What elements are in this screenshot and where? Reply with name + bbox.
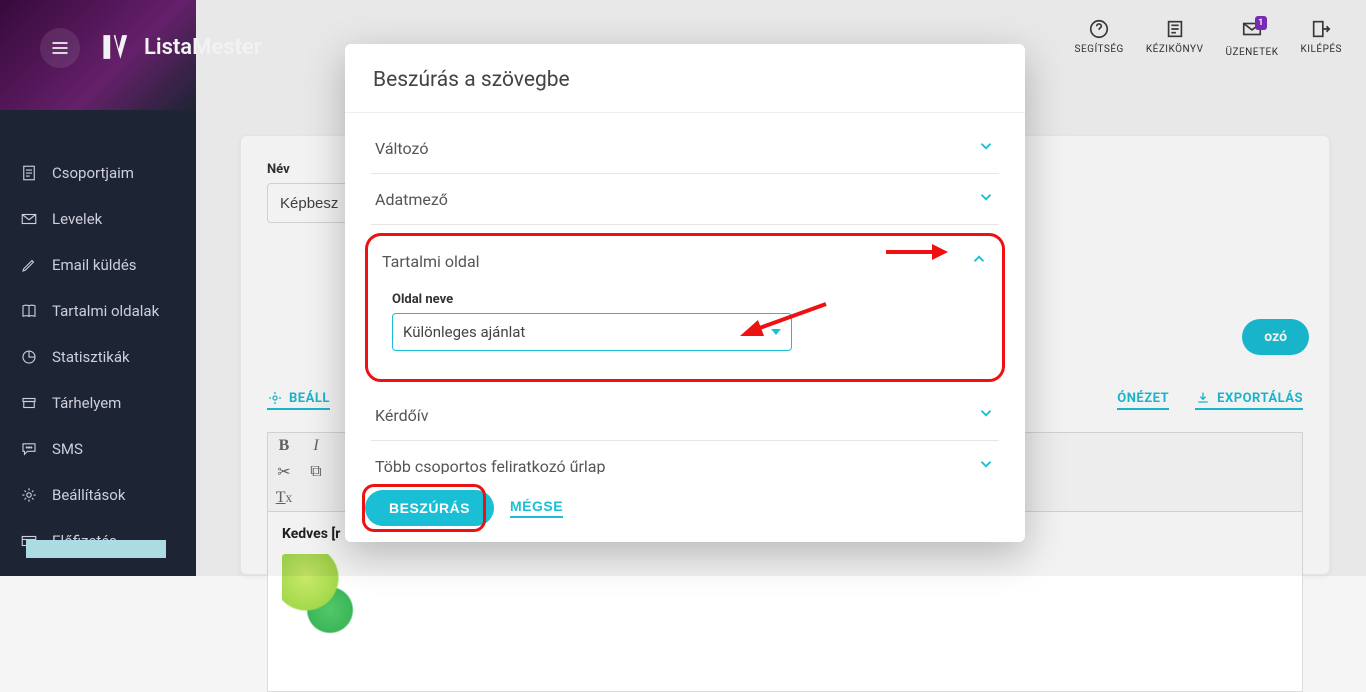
accordion-questionnaire[interactable]: Kérdőív (371, 390, 999, 441)
select-value: Különleges ajánlat (403, 323, 525, 341)
accordion-multi-signup[interactable]: Több csoportos feliratkozó űrlap (371, 441, 999, 474)
insert-modal: Beszúrás a szövegbe Változó Adatmező Tar… (345, 44, 1025, 542)
chevron-down-icon (977, 137, 995, 159)
modal-title: Beszúrás a szövegbe (345, 44, 1025, 112)
cancel-button[interactable]: MÉGSE (510, 498, 563, 518)
accordion-label: Több csoportos feliratkozó űrlap (375, 457, 605, 475)
page-name-select[interactable]: Különleges ajánlat (392, 313, 792, 351)
chevron-down-icon (977, 455, 995, 474)
accordion-label: Kérdőív (375, 406, 428, 425)
chevron-up-icon (970, 250, 988, 272)
modal-scroll-area[interactable]: Változó Adatmező Tartalmi oldal Oldal ne… (345, 112, 1025, 474)
accordion-content-page-highlight: Tartalmi oldal Oldal neve Különleges ajá… (365, 233, 1005, 382)
accordion-label: Adatmező (375, 190, 448, 209)
page-name-label: Oldal neve (392, 292, 992, 307)
accordion-label: Változó (375, 139, 428, 158)
accordion-variable[interactable]: Változó (371, 123, 999, 174)
insert-button[interactable]: BESZÚRÁS (365, 490, 494, 526)
accordion-label: Tartalmi oldal (382, 252, 480, 271)
caret-down-icon (771, 329, 781, 335)
chevron-down-icon (977, 404, 995, 426)
accordion-content-page[interactable]: Tartalmi oldal (378, 246, 992, 286)
chevron-down-icon (977, 188, 995, 210)
modal-footer: BESZÚRÁS MÉGSE (345, 474, 1025, 542)
accordion-datafield[interactable]: Adatmező (371, 174, 999, 225)
